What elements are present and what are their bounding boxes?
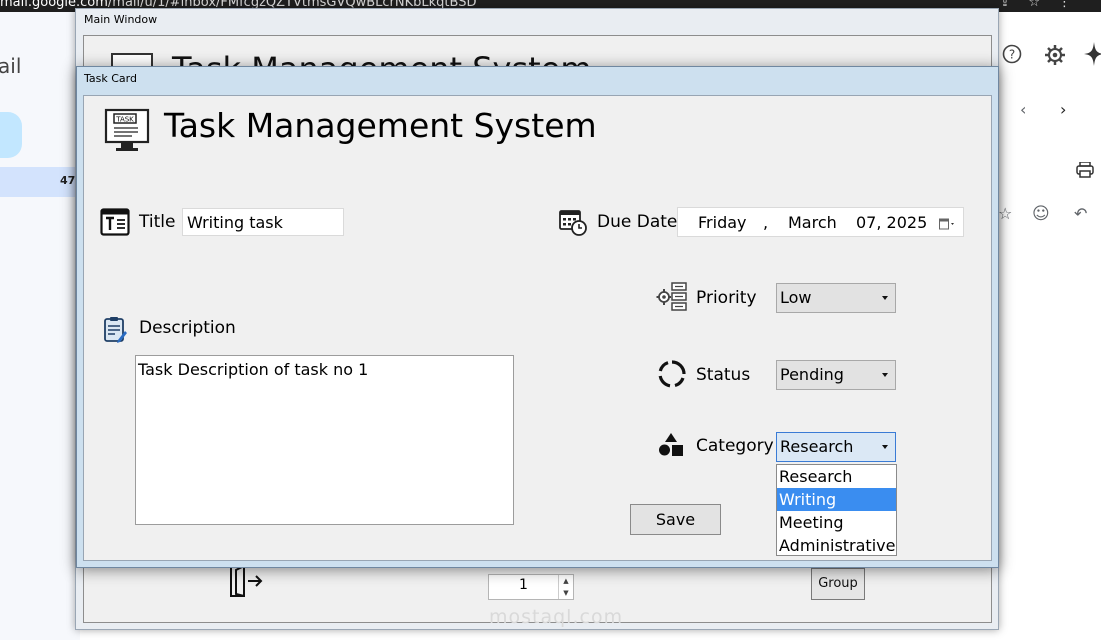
gmail-sidebar: ail 47 <box>0 12 80 640</box>
due-date-month[interactable]: March <box>788 213 837 232</box>
chevron-left-icon[interactable]: ‹ <box>1020 100 1026 119</box>
exit-icon[interactable] <box>228 564 264 602</box>
priority-label: Priority <box>696 288 757 308</box>
category-option-research[interactable]: Research <box>777 465 896 488</box>
category-label: Category <box>696 436 774 456</box>
help-icon[interactable]: ? <box>1002 44 1022 69</box>
watermark: mostaql.com <box>489 606 624 628</box>
emoji-icon[interactable]: ☺ <box>1032 204 1050 224</box>
save-button[interactable]: Save <box>630 504 721 535</box>
priority-settings-icon <box>656 282 688 316</box>
svg-text:?: ? <box>1009 48 1015 62</box>
status-value: Pending <box>780 365 844 384</box>
chevron-down-icon <box>882 445 888 449</box>
gemini-sparkle-icon[interactable] <box>1084 42 1101 71</box>
title-label: Title <box>139 212 176 232</box>
gmail-toolbar-right: ? ‹ › ☆ ☺ ↶ <box>998 12 1101 640</box>
status-dropdown[interactable]: Pending <box>776 360 896 390</box>
main-window-title: Main Window <box>84 13 158 26</box>
category-dropdown[interactable]: Research <box>776 432 896 462</box>
status-label: Status <box>696 365 751 385</box>
due-date-label: Due Date <box>597 212 678 232</box>
calendar-dropdown-icon[interactable] <box>939 216 957 230</box>
gmail-logo-text: ail <box>0 54 22 78</box>
chevron-down-icon <box>882 373 888 377</box>
spinner-value: 1 <box>519 577 528 593</box>
priority-value: Low <box>780 288 812 307</box>
due-date-separator: , <box>763 213 769 232</box>
compose-button[interactable] <box>0 112 22 158</box>
inbox-count: 47 <box>60 174 76 187</box>
title-icon <box>100 208 130 240</box>
task-card-dialog: Task Card TASK Task Management System Ti… <box>76 66 999 568</box>
group-button[interactable]: Group <box>811 568 865 600</box>
browser-actions[interactable]: ⇪☆⋮ <box>999 0 1089 10</box>
task-card-body: TASK Task Management System Title Writin… <box>83 95 992 561</box>
due-date-day-year[interactable]: 07, 2025 <box>856 213 927 232</box>
settings-gear-icon[interactable] <box>1044 44 1066 71</box>
app-title: Task Management System <box>164 106 597 145</box>
due-date-weekday[interactable]: Friday <box>698 213 747 232</box>
due-date-picker[interactable]: Friday , March 07, 2025 <box>677 207 964 237</box>
reply-icon[interactable]: ↶ <box>1074 204 1087 223</box>
chevron-down-icon <box>882 296 888 300</box>
clipboard-description-icon <box>103 316 127 348</box>
status-progress-icon <box>658 360 686 392</box>
category-option-administrative[interactable]: Administrative <box>777 534 896 557</box>
group-number-spinner[interactable]: 1 ▲ ▼ <box>488 574 574 600</box>
star-icon[interactable]: ☆ <box>998 204 1012 223</box>
spinner-arrows[interactable]: ▲ ▼ <box>558 575 573 599</box>
description-textarea[interactable]: Task Description of task no 1 <box>135 355 514 525</box>
title-input[interactable]: Writing task <box>182 208 344 236</box>
category-value: Research <box>780 437 854 456</box>
category-shapes-icon <box>658 432 684 462</box>
description-label: Description <box>139 318 236 338</box>
chevron-right-icon[interactable]: › <box>1060 100 1066 119</box>
task-card-window-title: Task Card <box>84 72 137 85</box>
task-monitor-logo-icon: TASK <box>104 108 150 156</box>
category-option-meeting[interactable]: Meeting <box>777 511 896 534</box>
category-option-writing[interactable]: Writing <box>777 488 896 511</box>
category-options-list: Research Writing Meeting Administrative <box>776 464 897 556</box>
calendar-clock-icon <box>558 207 588 241</box>
logo-text: TASK <box>115 116 134 124</box>
priority-dropdown[interactable]: Low <box>776 283 896 313</box>
print-icon[interactable] <box>1076 161 1094 183</box>
